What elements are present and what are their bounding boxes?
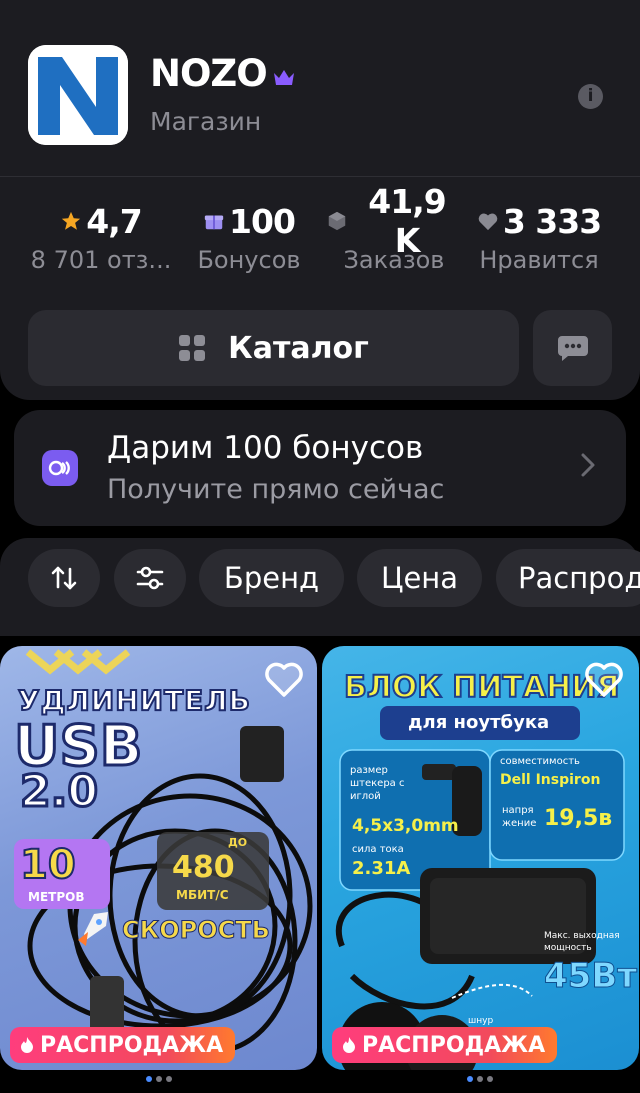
shop-header-card: NOZO Магазин i 4,7 8 701 отз... 100 Бону… xyxy=(0,0,640,400)
fire-icon xyxy=(21,1037,33,1053)
chevron-right-icon xyxy=(581,453,595,477)
product-title-line3: 2.0 xyxy=(19,765,100,819)
sliders-icon xyxy=(136,566,164,590)
gift-icon xyxy=(204,215,224,230)
stat-label: Заказов xyxy=(343,246,445,274)
stat-label: Бонусов xyxy=(197,246,301,274)
sort-button[interactable] xyxy=(28,549,100,607)
stat-value: 4,7 xyxy=(86,201,142,241)
stat-orders[interactable]: 41,9 K Заказов xyxy=(326,182,462,274)
compat-value: Dell Inspiron xyxy=(500,772,601,788)
catalog-button[interactable]: Каталог xyxy=(28,310,519,386)
speed-value: 480 xyxy=(172,850,235,885)
speed-unit: МБИТ/С xyxy=(176,888,229,902)
fire-icon xyxy=(343,1037,355,1053)
favorite-heart-icon[interactable] xyxy=(584,662,624,698)
star-icon xyxy=(62,211,81,230)
info-icon[interactable]: i xyxy=(578,84,603,109)
product-card[interactable]: УДЛИНИТЕЛЬ USB 2.0 10 МЕТРОВ ДО 480 МБИТ… xyxy=(0,646,317,1070)
heart-icon xyxy=(478,213,498,231)
stat-rating[interactable]: 4,7 8 701 отз... xyxy=(30,200,172,275)
shop-type: Магазин xyxy=(150,107,262,136)
image-pager xyxy=(146,1076,172,1082)
sale-badge-label: РАСПРОДАЖА xyxy=(362,1032,546,1058)
power-label: Макс. выходная мощность xyxy=(544,931,620,953)
stat-bonus[interactable]: 100 Бонусов xyxy=(190,200,308,275)
cord-label: шнур xyxy=(468,1016,494,1026)
crown-icon xyxy=(273,69,294,85)
plug-label: размер штекера с иглой xyxy=(350,765,405,802)
stat-value: 3 333 xyxy=(502,201,602,241)
image-pager xyxy=(467,1076,493,1082)
power-value: 45Вт xyxy=(544,956,638,997)
chat-icon xyxy=(557,336,588,361)
shop-title[interactable]: NOZO xyxy=(150,52,295,95)
stat-likes[interactable]: 3 333 Нравится xyxy=(472,200,606,274)
voltage-value: 19,5в xyxy=(544,806,613,831)
promo-subtitle: Получите прямо сейчас xyxy=(107,474,445,505)
product-title: БЛОК ПИТАНИЯ xyxy=(343,669,620,706)
promo-title: Дарим 100 бонусов xyxy=(107,430,424,466)
shop-name: NOZO xyxy=(150,52,268,95)
filter-chip-brand[interactable]: Бренд xyxy=(199,549,344,607)
length-value: 10 xyxy=(19,841,77,889)
product-card[interactable]: БЛОК ПИТАНИЯ для ноутбука размер штекера… xyxy=(322,646,639,1070)
bonus-icon xyxy=(42,450,78,486)
stat-label: Нравится xyxy=(479,246,599,274)
sale-badge: РАСПРОДАЖА xyxy=(332,1027,558,1063)
shop-logo[interactable] xyxy=(28,45,128,145)
bonus-promo-banner[interactable]: Дарим 100 бонусов Получите прямо сейчас xyxy=(14,410,626,526)
catalog-label: Каталог xyxy=(228,330,369,366)
speed-prefix: ДО xyxy=(228,836,248,849)
box-icon xyxy=(328,211,346,231)
favorite-heart-icon[interactable] xyxy=(264,662,304,698)
filter-chip-sale[interactable]: Распрод xyxy=(496,549,640,607)
stat-label: 8 701 отз... xyxy=(30,246,172,274)
speed-label: СКОРОСТЬ xyxy=(122,916,271,945)
sort-icon xyxy=(51,566,77,590)
divider xyxy=(0,176,640,177)
filters-button[interactable] xyxy=(114,549,186,607)
current-value: 2.31A xyxy=(352,858,411,879)
product-subtitle: для ноутбука xyxy=(408,712,550,733)
current-label: сила тока xyxy=(352,844,404,855)
sale-badge: РАСПРОДАЖА xyxy=(10,1027,236,1063)
filter-chip-price[interactable]: Цена xyxy=(357,549,482,607)
product-title-line1: УДЛИНИТЕЛЬ xyxy=(17,683,251,718)
length-unit: МЕТРОВ xyxy=(28,890,85,904)
compat-label: совместимость xyxy=(500,756,580,767)
grid-icon xyxy=(179,335,206,361)
plug-value: 4,5x3,0mm xyxy=(352,816,459,836)
sale-badge-label: РАСПРОДАЖА xyxy=(40,1032,224,1058)
stat-value: 100 xyxy=(229,201,296,241)
voltage-label: напря жение xyxy=(502,805,537,829)
chat-button[interactable] xyxy=(533,310,612,386)
